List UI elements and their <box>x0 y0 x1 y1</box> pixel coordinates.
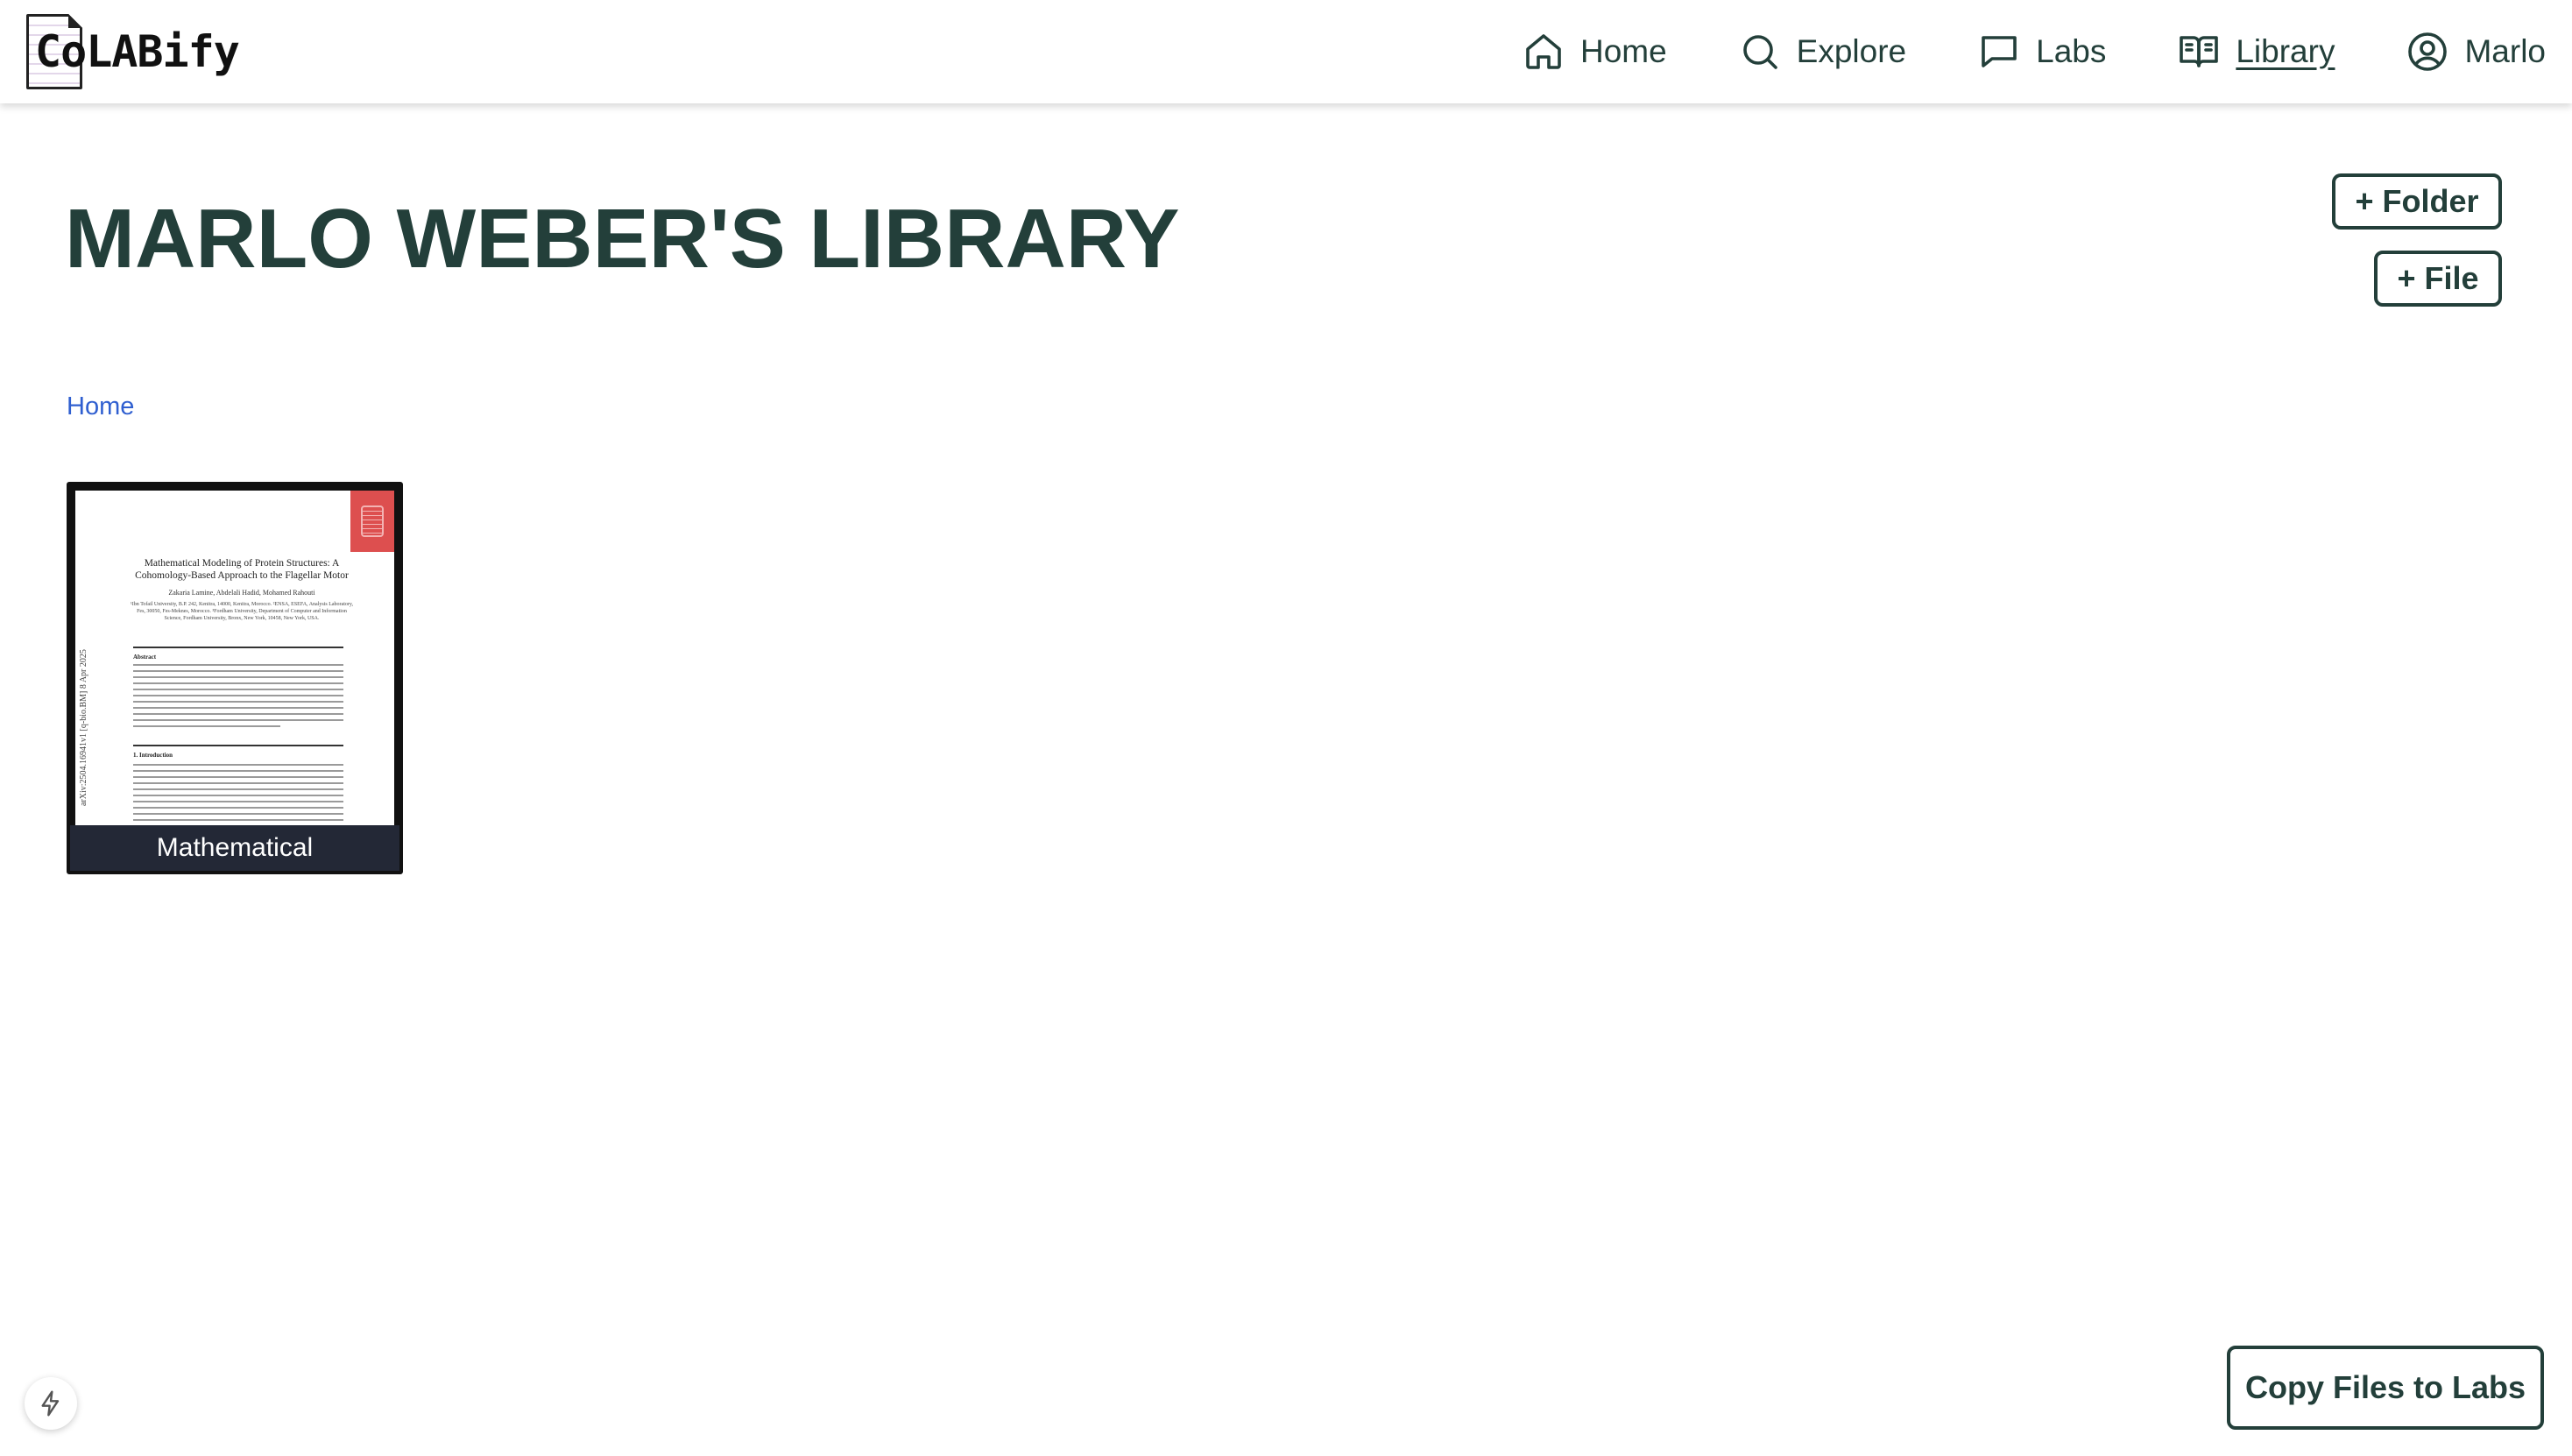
file-card[interactable]: arXiv:2504.16941v1 [q-bio.BM] 8 Apr 2025… <box>67 482 403 874</box>
file-badge-icon <box>350 491 394 552</box>
nav-item-profile[interactable]: Marlo <box>2406 31 2546 73</box>
add-file-button[interactable]: + File <box>2374 251 2502 307</box>
nav-label-library: Library <box>2236 33 2335 69</box>
top-navbar: CoLABify Home Explore Labs Library Marlo <box>0 0 2572 103</box>
app-logo[interactable]: CoLABify <box>26 12 240 91</box>
book-open-icon <box>2178 31 2220 73</box>
nav-item-library[interactable]: Library <box>2178 31 2335 73</box>
thumbnail-abstract-text <box>133 664 343 732</box>
thumbnail-side-text: arXiv:2504.16941v1 [q-bio.BM] 8 Apr 2025 <box>79 649 88 806</box>
add-folder-button[interactable]: + Folder <box>2332 173 2502 230</box>
nav-label-explore: Explore <box>1796 33 1907 69</box>
chat-bubble-icon <box>1978 31 2020 73</box>
nav-label-labs: Labs <box>2036 33 2107 69</box>
breadcrumb-home-link[interactable]: Home <box>67 392 134 421</box>
nav-item-home[interactable]: Home <box>1523 31 1667 73</box>
nav-label-home: Home <box>1579 33 1667 69</box>
nav-label-profile: Marlo <box>2464 33 2546 69</box>
main-nav: Home Explore Labs Library Marlo <box>1523 0 2546 103</box>
thumbnail-intro-heading: 1. Introduction <box>133 752 173 759</box>
lightning-icon <box>37 1389 65 1417</box>
nav-item-explore[interactable]: Explore <box>1739 31 1906 73</box>
thumbnail-rule <box>133 745 343 746</box>
file-thumbnail: arXiv:2504.16941v1 [q-bio.BM] 8 Apr 2025… <box>75 491 394 825</box>
quick-action-button[interactable] <box>25 1377 77 1430</box>
thumbnail-paper-title: Mathematical Modeling of Protein Structu… <box>135 558 349 581</box>
thumbnail-rule <box>133 647 343 648</box>
thumbnail-abstract-heading: Abstract <box>133 654 157 661</box>
nav-item-labs[interactable]: Labs <box>1978 31 2106 73</box>
home-icon <box>1523 31 1565 73</box>
page-title: MARLO WEBER'S LIBRARY <box>65 192 1180 286</box>
thumbnail-affiliation: ¹Ibn Tofail University, B.P. 242, Kenitr… <box>131 602 353 621</box>
file-card-title: Mathematical <box>70 825 399 871</box>
thumbnail-authors: Zakaria Lamine, Abdelali Hadid, Mohamed … <box>168 589 315 597</box>
logo-text: CoLABify <box>35 26 240 77</box>
thumbnail-intro-text <box>133 764 343 825</box>
copy-files-to-labs-button[interactable]: Copy Files to Labs <box>2227 1346 2544 1430</box>
user-circle-icon <box>2406 31 2448 73</box>
search-icon <box>1739 31 1781 73</box>
